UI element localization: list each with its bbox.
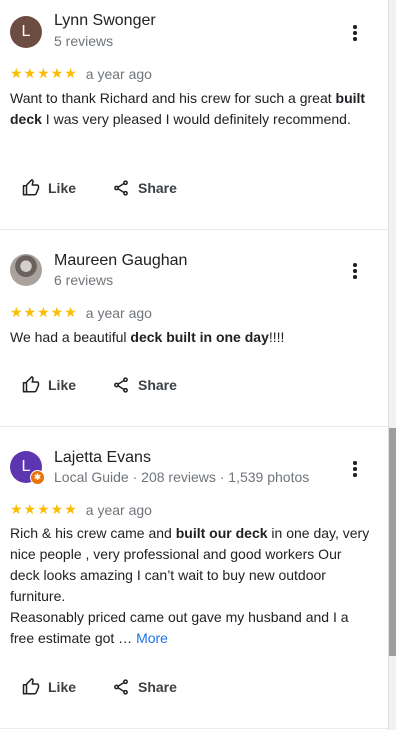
- star-rating: ★★★★★: [10, 304, 78, 320]
- review-time: a year ago: [85, 501, 152, 518]
- review-card: L Lynn Swonger 5 reviews ★★★★★ a year ag…: [0, 0, 388, 229]
- share-icon: [114, 679, 128, 695]
- avatar-letter: L: [21, 458, 31, 475]
- thumb-up-icon: [22, 376, 40, 393]
- highlighted-phrase: built our deck: [175, 525, 268, 541]
- like-label: Like: [48, 377, 77, 393]
- share-button[interactable]: Share: [112, 678, 177, 696]
- review-text: Want to thank Richard and his crew for s…: [10, 90, 366, 127]
- star-rating: ★★★★★: [10, 501, 78, 517]
- like-label: Like: [48, 180, 77, 196]
- share-button[interactable]: Share: [112, 179, 177, 197]
- like-button[interactable]: Like: [22, 179, 76, 197]
- share-button[interactable]: Share: [112, 376, 177, 394]
- more-link[interactable]: More: [136, 630, 168, 646]
- review-rating: ★★★★★ a year ago: [10, 501, 152, 518]
- review-card: L ✱ Lajetta Evans Local Guide · 208 revi…: [0, 427, 388, 729]
- reviews-feed: L Lynn Swonger 5 reviews ★★★★★ a year ag…: [0, 0, 388, 730]
- more-vert-icon[interactable]: [344, 22, 366, 44]
- share-icon: [114, 180, 128, 196]
- like-button[interactable]: Like: [22, 678, 76, 696]
- review-time: a year ago: [85, 304, 152, 321]
- review-card: Maureen Gaughan 6 reviews ★★★★★ a year a…: [0, 230, 388, 425]
- star-rating: ★★★★★: [10, 65, 78, 81]
- reviewer-name[interactable]: Lynn Swonger: [54, 12, 156, 30]
- reviewer-name[interactable]: Maureen Gaughan: [54, 252, 187, 270]
- share-label: Share: [138, 377, 177, 393]
- review-text: Rich & his crew came and built our deck …: [10, 525, 370, 646]
- scrollbar-thumb[interactable]: [389, 428, 396, 656]
- reviewer-name[interactable]: Lajetta Evans: [54, 449, 151, 467]
- review-divider: [0, 728, 388, 729]
- more-vert-icon[interactable]: [344, 458, 366, 480]
- avatar[interactable]: L: [10, 16, 42, 48]
- like-label: Like: [48, 679, 77, 695]
- reviewer-meta[interactable]: 5 reviews: [54, 33, 113, 49]
- reviewer-meta[interactable]: 6 reviews: [54, 272, 113, 288]
- more-vert-icon[interactable]: [344, 260, 366, 282]
- review-rating: ★★★★★ a year ago: [10, 65, 152, 82]
- share-label: Share: [138, 180, 177, 196]
- thumb-up-icon: [22, 179, 40, 196]
- review-rating: ★★★★★ a year ago: [10, 304, 152, 321]
- local-guide-badge-icon: ✱: [30, 470, 45, 485]
- review-time: a year ago: [85, 65, 152, 82]
- avatar-letter: L: [21, 23, 31, 40]
- avatar[interactable]: L ✱: [10, 451, 45, 485]
- reviewer-meta[interactable]: Local Guide · 208 reviews · 1,539 photos: [54, 469, 309, 485]
- share-icon: [114, 377, 128, 393]
- thumb-up-icon: [22, 678, 40, 695]
- highlighted-phrase: deck built in one day: [130, 329, 269, 345]
- avatar[interactable]: [10, 254, 42, 286]
- review-text: We had a beautiful deck built in one day…: [10, 329, 285, 345]
- like-button[interactable]: Like: [22, 376, 76, 394]
- share-label: Share: [138, 679, 177, 695]
